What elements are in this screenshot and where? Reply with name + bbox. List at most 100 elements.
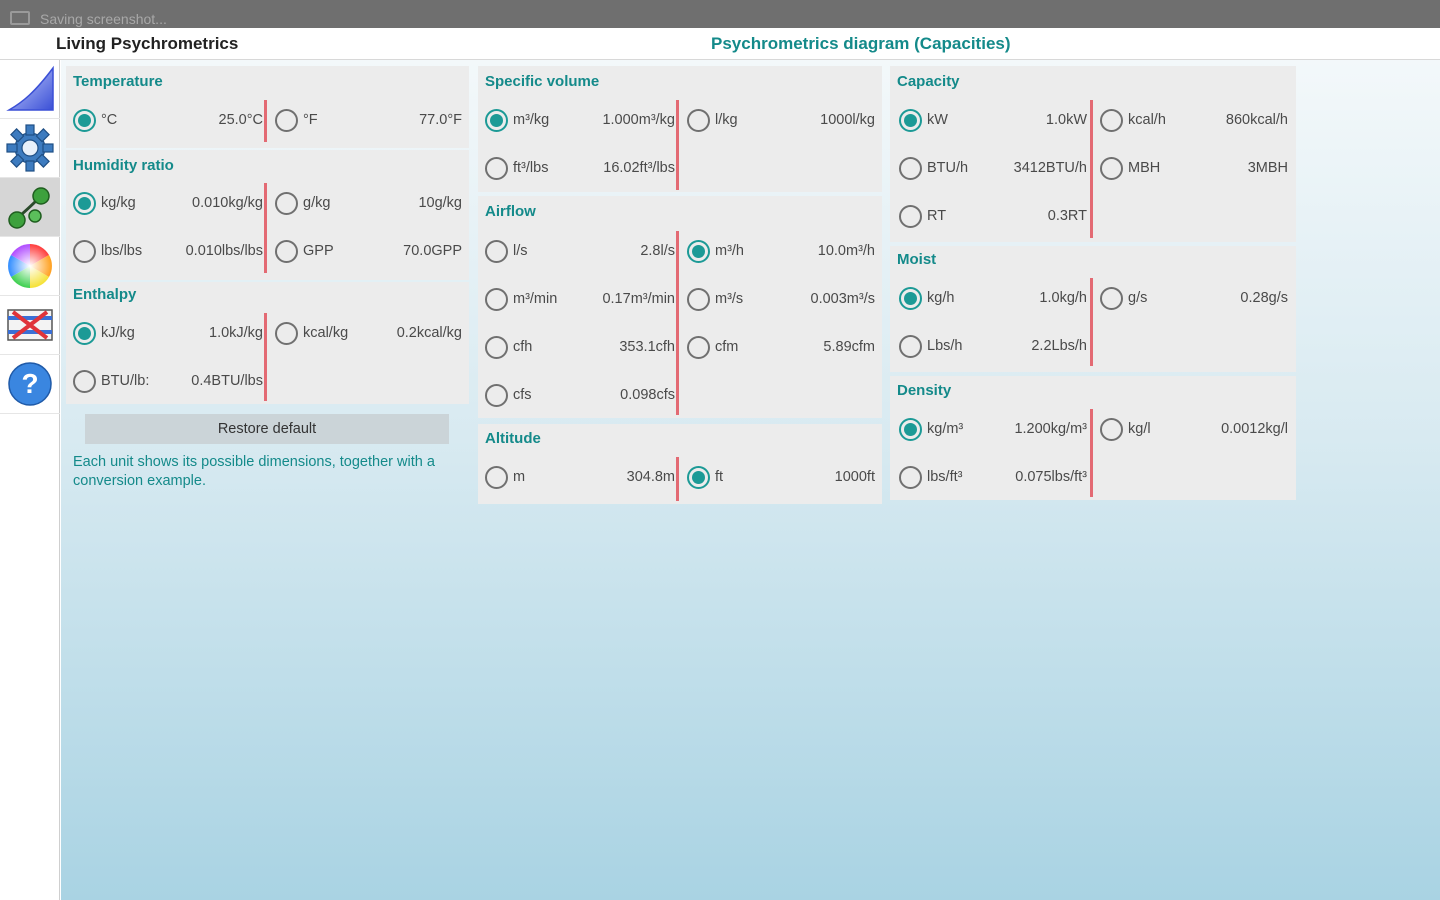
option-capacity-kcalh[interactable]: kcal/h 860kcal/h [1100,100,1288,140]
sidebar-item-chart[interactable] [0,60,60,119]
status-text: Saving screenshot... [40,11,167,27]
option-humidity-kgkg[interactable]: kg/kg 0.010kg/kg [73,183,263,223]
radio-unselected[interactable] [275,321,298,345]
restore-default-button[interactable]: Restore default [85,414,449,444]
radio-unselected[interactable] [485,156,508,180]
option-moist-gs[interactable]: g/s 0.28g/s [1100,278,1288,318]
unit-example: 10.0m³/h [817,243,875,259]
option-moist-kgh[interactable]: kg/h 1.0kg/h [899,278,1087,318]
gear-icon [6,124,54,172]
radio-unselected[interactable] [73,239,96,263]
option-capacity-btuh[interactable]: BTU/h 3412BTU/h [899,148,1087,188]
option-airflow-m3s[interactable]: m³/s 0.003m³/s [687,279,875,319]
unit-label: cfm [715,339,739,355]
radio-unselected[interactable] [73,369,96,393]
option-humidity-gkg[interactable]: g/kg 10g/kg [275,183,462,223]
column-divider [1090,409,1093,497]
sidebar-item-settings[interactable] [0,119,60,178]
unit-example: 10g/kg [418,195,462,211]
option-airflow-cfs[interactable]: cfs 0.098cfs [485,375,675,415]
panel-title-altitude: Altitude [485,430,541,447]
unit-example: 25.0°C [218,112,264,128]
sidebar-item-help[interactable]: ? [0,355,60,414]
option-humidity-gpp[interactable]: GPP 70.0GPP [275,231,462,271]
unit-example: 3MBH [1247,160,1288,176]
unit-label: lbs/lbs [101,243,143,259]
option-density-lbsft3[interactable]: lbs/ft³ 0.075lbs/ft³ [899,457,1087,497]
option-temperature-celsius[interactable]: °C 25.0°C [73,100,263,140]
option-capacity-kw[interactable]: kW 1.0kW [899,100,1087,140]
option-enthalpy-btulbs[interactable]: BTU/lb: 0.4BTU/lbs [73,361,263,401]
radio-selected[interactable] [899,417,922,441]
option-volume-m3kg[interactable]: m³/kg 1.000m³/kg [485,100,675,140]
radio-unselected[interactable] [275,191,298,215]
unit-example: 5.89cfm [823,339,875,355]
radio-selected[interactable] [899,108,922,132]
radio-unselected[interactable] [485,383,508,407]
radio-selected[interactable] [687,239,710,263]
diagram-title: Psychrometrics diagram (Capacities) [711,34,1011,53]
radio-unselected[interactable] [687,335,710,359]
option-airflow-m3min[interactable]: m³/min 0.17m³/min [485,279,675,319]
unit-label: GPP [303,243,334,259]
radio-unselected[interactable] [899,204,922,228]
option-airflow-ls[interactable]: l/s 2.8l/s [485,231,675,271]
enthalpy-panel: Enthalpy kJ/kg 1.0kJ/kg kcal/kg 0.2kcal/… [66,282,469,404]
unit-example: 2.2Lbs/h [1031,338,1087,354]
sidebar-item-colors[interactable] [0,237,60,296]
radio-selected[interactable] [687,465,710,489]
option-density-kgl[interactable]: kg/l 0.0012kg/l [1100,409,1288,449]
sidebar-item-units[interactable] [0,178,60,237]
option-volume-lkg[interactable]: l/kg 1000l/kg [687,100,875,140]
option-temperature-fahrenheit[interactable]: °F 77.0°F [275,100,462,140]
radio-selected[interactable] [73,321,96,345]
units-settings-area: Temperature °C 25.0°C °F 77.0°F Humidity… [61,60,1440,900]
option-humidity-lbslbs[interactable]: lbs/lbs 0.010lbs/lbs [73,231,263,271]
option-capacity-rt[interactable]: RT 0.3RT [899,196,1087,236]
option-airflow-cfm[interactable]: cfm 5.89cfm [687,327,875,367]
radio-unselected[interactable] [899,156,922,180]
radio-unselected[interactable] [275,108,298,132]
unit-example: 353.1cfh [619,339,675,355]
radio-unselected[interactable] [485,287,508,311]
radio-selected[interactable] [899,286,922,310]
unit-label: cfh [513,339,533,355]
option-enthalpy-kcalkg[interactable]: kcal/kg 0.2kcal/kg [275,313,462,353]
radio-unselected[interactable] [899,334,922,358]
radio-unselected[interactable] [1100,286,1123,310]
option-capacity-mbh[interactable]: MBH 3MBH [1100,148,1288,188]
option-altitude-ft[interactable]: ft 1000ft [687,457,875,497]
radio-selected[interactable] [485,108,508,132]
option-volume-ft3lbs[interactable]: ft³/lbs 16.02ft³/lbs [485,148,675,188]
unit-label: g/s [1128,290,1148,306]
radio-unselected[interactable] [275,239,298,263]
radio-selected[interactable] [73,191,96,215]
unit-label: ft³/lbs [513,160,549,176]
unit-label: kg/kg [101,195,136,211]
unit-label: kcal/h [1128,112,1166,128]
option-density-kgm3[interactable]: kg/m³ 1.200kg/m³ [899,409,1087,449]
option-altitude-m[interactable]: m 304.8m [485,457,675,497]
radio-unselected[interactable] [899,465,922,489]
column-divider [264,313,267,401]
radio-unselected[interactable] [485,239,508,263]
sidebar-item-exchanger[interactable] [0,296,60,355]
radio-unselected[interactable] [687,108,710,132]
unit-label: cfs [513,387,532,403]
radio-unselected[interactable] [485,335,508,359]
unit-example: 1000ft [834,469,875,485]
option-moist-lbsh[interactable]: Lbs/h 2.2Lbs/h [899,326,1087,366]
unit-example: 0.003m³/s [810,291,875,307]
radio-unselected[interactable] [687,287,710,311]
option-enthalpy-kjkg[interactable]: kJ/kg 1.0kJ/kg [73,313,263,353]
unit-label: kg/l [1128,421,1151,437]
radio-unselected[interactable] [1100,108,1123,132]
radio-unselected[interactable] [1100,417,1123,441]
radio-unselected[interactable] [1100,156,1123,180]
unit-label: kJ/kg [101,325,135,341]
unit-example: 2.8l/s [640,243,675,259]
radio-unselected[interactable] [485,465,508,489]
option-airflow-cfh[interactable]: cfh 353.1cfh [485,327,675,367]
radio-selected[interactable] [73,108,96,132]
option-airflow-m3h[interactable]: m³/h 10.0m³/h [687,231,875,271]
